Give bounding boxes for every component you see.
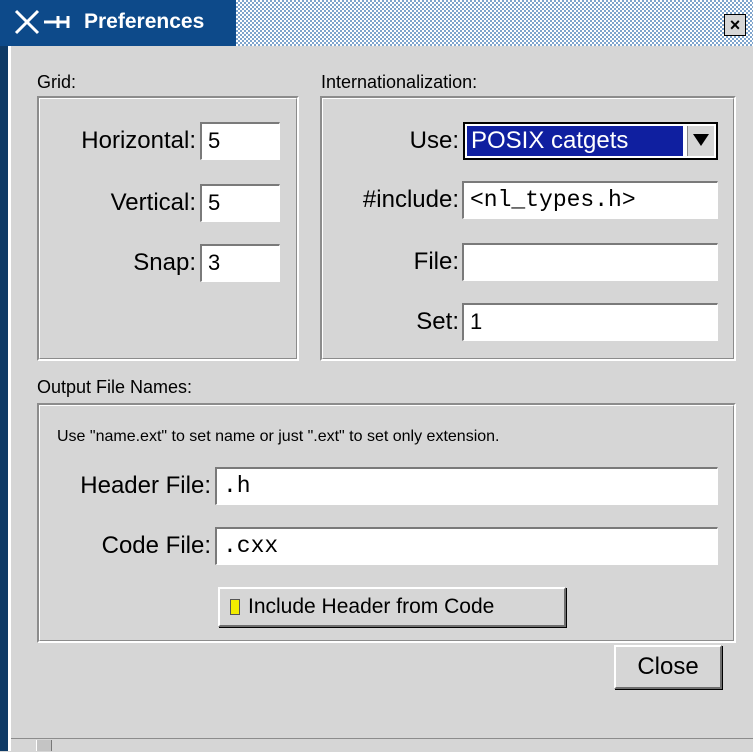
file-input[interactable] <box>462 243 718 281</box>
use-select[interactable]: POSIX catgets <box>463 122 718 160</box>
x-pin-icon[interactable] <box>14 9 70 35</box>
code-file-label: Code File: <box>101 532 211 559</box>
grid-group-label: Grid: <box>37 72 77 92</box>
output-hint: Use "name.ext" to set name or just ".ext… <box>57 428 500 445</box>
vertical-label: Vertical: <box>110 189 196 216</box>
snap-label: Snap: <box>133 249 196 276</box>
set-input[interactable]: 1 <box>462 303 718 341</box>
window-left-edge-highlight <box>8 46 11 751</box>
horizontal-input[interactable]: 5 <box>200 122 280 160</box>
horizontal-label: Horizontal: <box>81 127 196 154</box>
include-header-toggle[interactable]: Include Header from Code <box>218 587 566 627</box>
title-bar[interactable]: Preferences × <box>0 0 753 46</box>
window-bottom-edge <box>11 738 753 752</box>
header-file-label: Header File: <box>80 472 211 499</box>
snap-input[interactable]: 3 <box>200 244 280 282</box>
close-button[interactable]: Close <box>614 645 722 689</box>
vertical-input[interactable]: 5 <box>200 184 280 222</box>
i18n-group-label: Internationalization: <box>321 72 478 92</box>
toggle-indicator-icon <box>230 599 240 615</box>
use-label: Use: <box>409 127 459 154</box>
file-label: File: <box>413 248 459 275</box>
output-group-label: Output File Names: <box>37 377 193 397</box>
dropdown-arrow-icon[interactable] <box>687 126 714 156</box>
preferences-window: Preferences × Grid: Horizontal: 5 Vertic… <box>0 0 753 752</box>
resize-handle[interactable] <box>36 740 52 751</box>
use-select-value: POSIX catgets <box>467 126 683 156</box>
include-header-label: Include Header from Code <box>248 595 495 618</box>
include-input[interactable]: <nl_types.h> <box>462 181 718 219</box>
include-label: #include: <box>362 186 459 213</box>
code-file-input[interactable]: .cxx <box>215 527 718 565</box>
close-icon[interactable]: × <box>724 14 746 36</box>
set-label: Set: <box>416 308 459 335</box>
header-file-input[interactable]: .h <box>215 467 718 505</box>
window-title: Preferences <box>84 10 205 33</box>
